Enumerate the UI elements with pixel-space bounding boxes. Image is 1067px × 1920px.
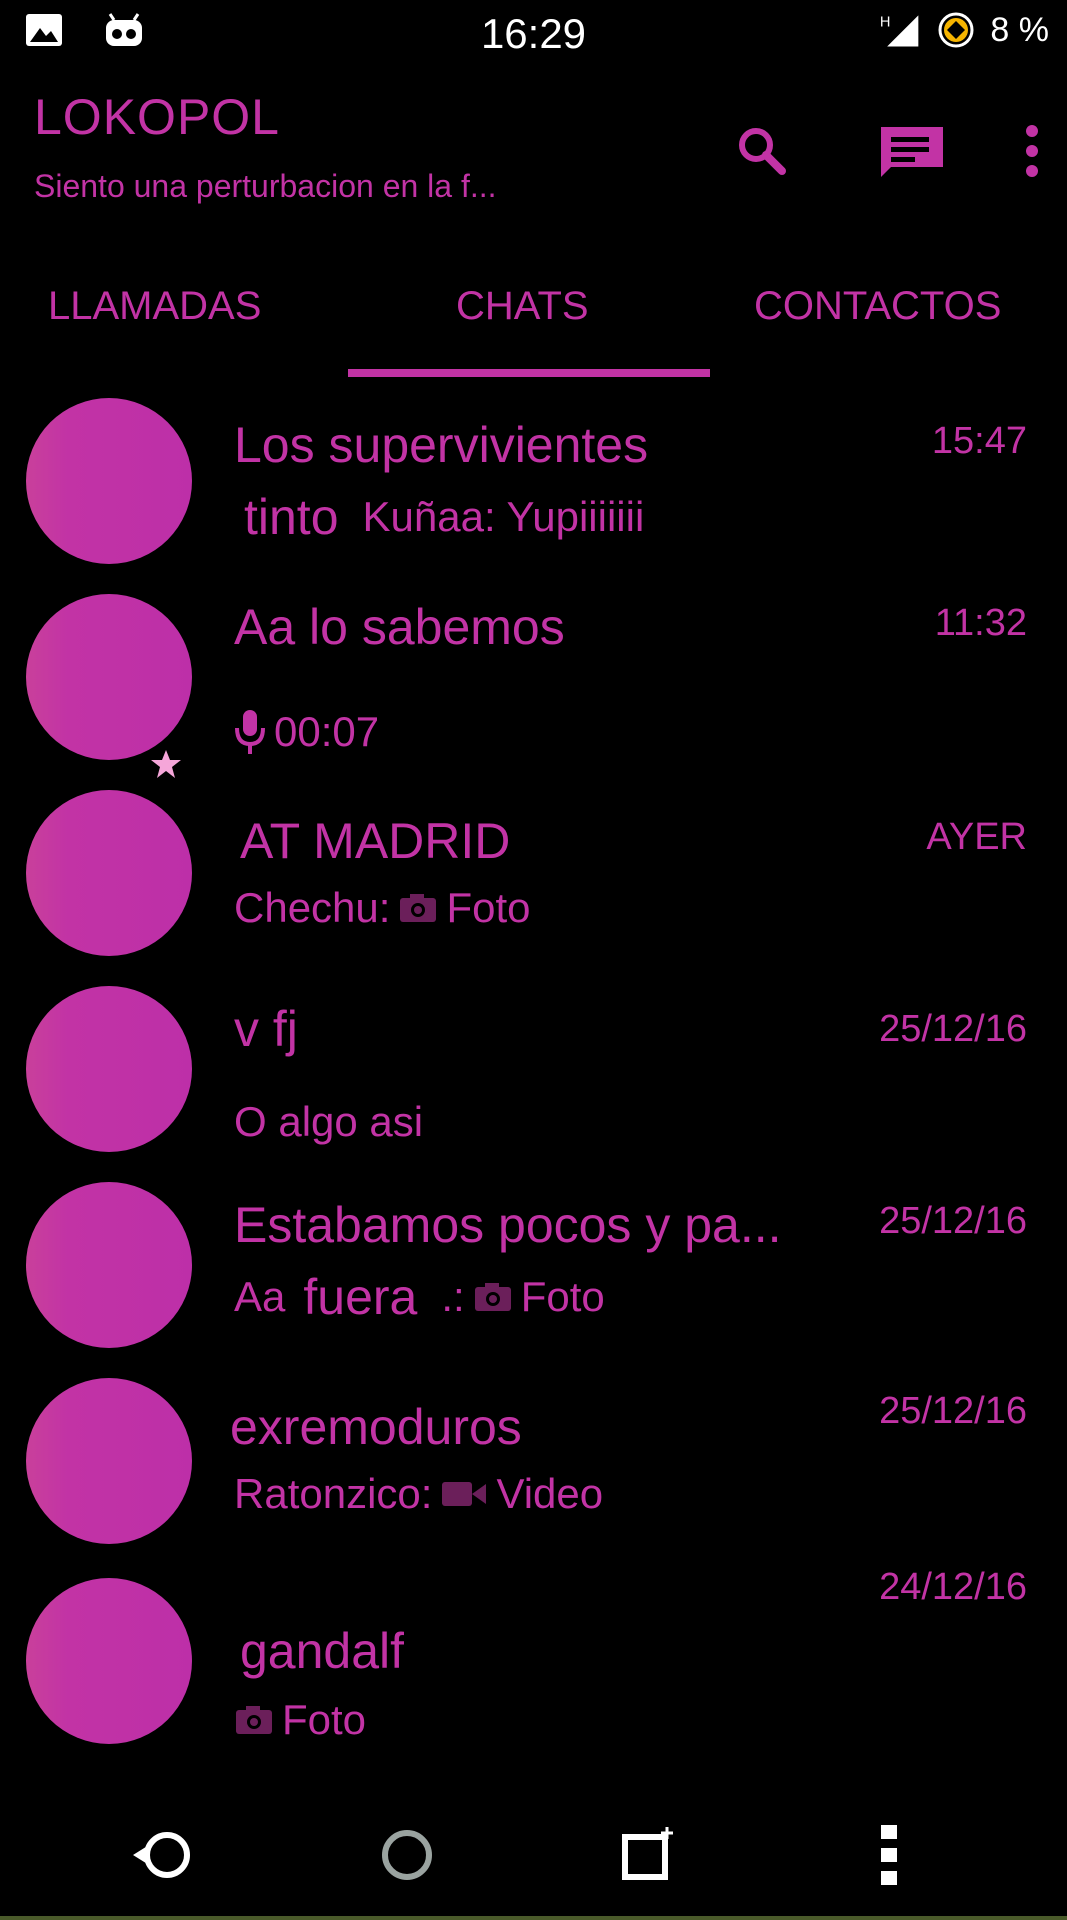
status-right-icons: H 8 %: [878, 10, 1049, 50]
chat-row[interactable]: AT MADRID AYER Chechu: Foto: [0, 780, 1067, 976]
tab-bar: LLAMADAS CHATS CONTACTOS: [0, 260, 1067, 380]
chat-name: v fj: [234, 1001, 298, 1057]
navigation-bar: [0, 1790, 1067, 1920]
preview-text: Foto: [520, 1273, 605, 1320]
chat-row[interactable]: Los supervivientes 15:47 tinto Kuñaa: Yu…: [0, 388, 1067, 584]
bottom-divider: [0, 1916, 1067, 1920]
chat-preview: Chechu: Foto: [234, 884, 530, 932]
video-icon: [440, 1478, 488, 1510]
chat-preview: Ratonzico: Video: [234, 1470, 603, 1518]
avatar[interactable]: [26, 986, 192, 1152]
header-actions: [677, 116, 1067, 186]
camera-icon: [398, 892, 438, 924]
menu-icon[interactable]: [854, 1820, 924, 1890]
chat-time: 11:32: [934, 602, 1027, 644]
tab-chats[interactable]: CHATS: [456, 284, 589, 329]
preview-separator: .:: [441, 1273, 465, 1320]
preview-sender: Chechu:: [234, 884, 391, 931]
back-icon[interactable]: [128, 1820, 198, 1890]
data-saver-icon: [934, 10, 978, 50]
chat-row[interactable]: Aa lo sabemos 11:32 00:07: [0, 584, 1067, 780]
chat-preview: Aa fuera .: Foto: [234, 1268, 605, 1326]
camera-icon: [234, 1704, 274, 1736]
chat-time: 24/12/16: [879, 1566, 1027, 1608]
signal-h-icon: H: [878, 10, 922, 50]
preview-sender: tinto: [244, 489, 339, 545]
svg-text:H: H: [880, 14, 891, 30]
avatar[interactable]: [26, 1578, 192, 1744]
chat-time: 15:47: [931, 420, 1027, 462]
chat-row[interactable]: v fj 25/12/16 O algo asi: [0, 976, 1067, 1172]
chat-name: AT MADRID: [240, 813, 511, 869]
app-title: LOKOPOL: [34, 89, 280, 145]
chat-name: exremoduros: [230, 1399, 522, 1455]
chat-row[interactable]: exremoduros 25/12/16 Ratonzico: Video: [0, 1368, 1067, 1564]
tab-indicator: [348, 369, 710, 377]
tab-llamadas[interactable]: LLAMADAS: [48, 284, 261, 329]
chat-name: Los supervivientes: [234, 417, 649, 473]
new-chat-icon[interactable]: [877, 116, 947, 186]
more-vert-icon[interactable]: [997, 116, 1067, 186]
preview-prefix: Aa: [234, 1273, 286, 1320]
preview-sender: fuera: [303, 1269, 418, 1325]
chat-row[interactable]: Estabamos pocos y pa... 25/12/16 Aa fuer…: [0, 1172, 1067, 1368]
chat-preview: Foto: [234, 1696, 366, 1744]
preview-text: Kuñaa: Yupiiiiiii: [362, 493, 645, 540]
chat-name: gandalf: [240, 1623, 405, 1679]
search-icon[interactable]: [727, 116, 797, 186]
avatar[interactable]: [26, 398, 192, 564]
chat-name: Estabamos pocos y pa...: [234, 1197, 782, 1253]
camera-icon: [473, 1281, 513, 1313]
chat-preview: 00:07: [234, 708, 379, 756]
preview-text: Foto: [282, 1696, 367, 1743]
chat-time: 25/12/16: [879, 1390, 1027, 1432]
chat-time: AYER: [926, 816, 1027, 858]
app-subtitle[interactable]: Siento una perturbacion en la f...: [34, 168, 497, 205]
chat-time: 25/12/16: [879, 1008, 1027, 1050]
chat-time: 25/12/16: [879, 1200, 1027, 1242]
home-icon[interactable]: [372, 1820, 442, 1890]
starred-icon: [151, 750, 181, 778]
preview-text: O algo asi: [234, 1098, 424, 1145]
avatar[interactable]: [26, 1182, 192, 1348]
status-bar: 16:29 H 8 %: [0, 0, 1067, 62]
recents-icon[interactable]: [614, 1820, 684, 1890]
preview-sender: Ratonzico:: [234, 1470, 433, 1517]
avatar[interactable]: [26, 1378, 192, 1544]
preview-text: Video: [496, 1470, 604, 1517]
mic-icon: [234, 708, 266, 756]
chat-preview: O algo asi: [234, 1098, 423, 1146]
avatar[interactable]: [26, 790, 192, 956]
preview-text: Foto: [446, 884, 531, 931]
chat-name: Aa lo sabemos: [234, 599, 565, 655]
avatar[interactable]: [26, 594, 192, 760]
chat-preview: tinto Kuñaa: Yupiiiiiii: [244, 488, 644, 546]
battery-level: 8 %: [990, 10, 1049, 49]
preview-text: 00:07: [274, 708, 380, 755]
chat-row[interactable]: gandalf 24/12/16 Foto: [0, 1564, 1067, 1760]
tab-contactos[interactable]: CONTACTOS: [754, 284, 1001, 329]
